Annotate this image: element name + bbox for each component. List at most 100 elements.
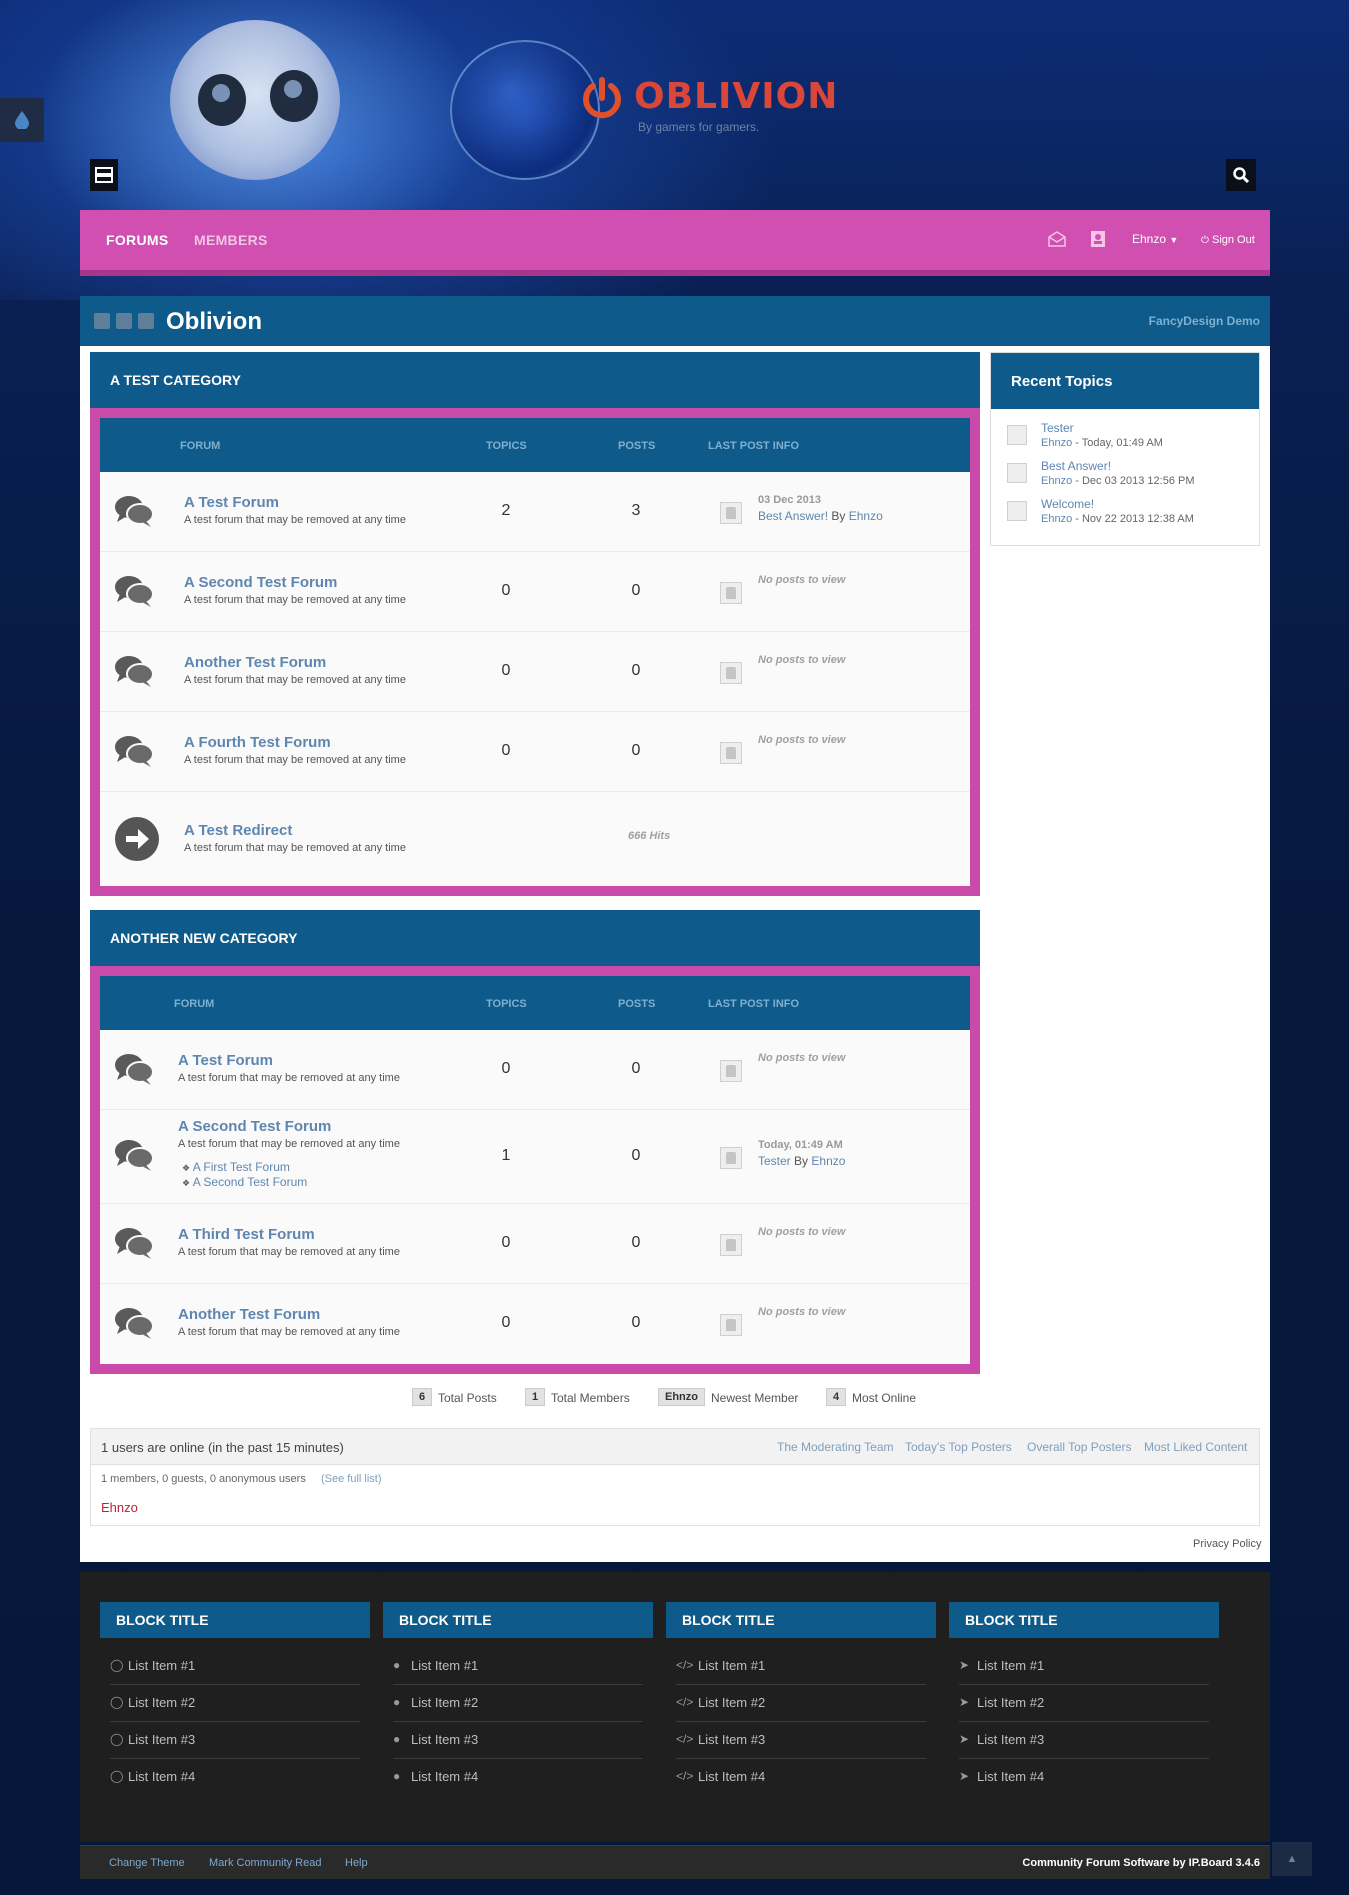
forum-row: Another Test Forum A test forum that may… (100, 632, 970, 712)
link-overall-top-posters[interactable]: Overall Top Posters (1027, 1440, 1132, 1454)
demo-link[interactable]: FancyDesign Demo (1149, 314, 1260, 328)
topic-avatar[interactable] (1007, 501, 1027, 521)
twitter-icon[interactable] (116, 313, 132, 329)
online-user-link[interactable]: Ehnzo (101, 1500, 138, 1515)
recent-topic-item: Tester Ehnzo - Today, 01:49 AM (991, 421, 1259, 459)
recent-topic-link[interactable]: Welcome! (1041, 497, 1094, 511)
online-users-header: 1 users are online (in the past 15 minut… (91, 1429, 1259, 1465)
see-full-list-link[interactable]: (See full list) (321, 1473, 382, 1485)
last-poster-avatar (720, 1314, 742, 1336)
last-poster-avatar (720, 662, 742, 684)
search-button[interactable] (1226, 159, 1256, 191)
facebook-icon[interactable] (94, 313, 110, 329)
link-moderating-team[interactable]: The Moderating Team (777, 1440, 894, 1454)
privacy-policy-link[interactable]: Privacy Policy (1193, 1538, 1261, 1550)
footer-list-item[interactable]: ● List Item #4 (393, 1759, 643, 1796)
code-icon: </> (676, 1769, 694, 1783)
link-todays-top-posters[interactable]: Today's Top Posters (905, 1440, 1012, 1454)
last-poster-avatar[interactable] (720, 502, 742, 524)
menu-toggle-button[interactable] (90, 159, 118, 191)
forum-title-link[interactable]: A Fourth Test Forum (184, 734, 331, 751)
sign-out-link[interactable]: ⏻ Sign Out (1201, 234, 1255, 246)
footer-list-item[interactable]: ➤ List Item #2 (959, 1685, 1209, 1722)
site-logo-text[interactable]: OBLIVION (634, 76, 838, 117)
footer-list-item[interactable]: </> List Item #2 (676, 1685, 926, 1722)
youtube-icon[interactable] (138, 313, 154, 329)
category-title[interactable]: A TEST CATEGORY (110, 372, 241, 388)
footer-list-item[interactable]: ● List Item #1 (393, 1648, 643, 1685)
nav-tab-members[interactable]: MEMBERS (194, 232, 268, 248)
footer-list-item[interactable]: ◯ List Item #2 (110, 1685, 360, 1722)
topic-count: 0 (501, 662, 511, 679)
forum-title-link[interactable]: A Third Test Forum (178, 1226, 315, 1243)
last-post-topic-link[interactable]: Best Answer! (758, 509, 828, 523)
forum-title-link[interactable]: A Second Test Forum (184, 574, 337, 591)
theme-switcher-tab[interactable] (0, 98, 44, 142)
footer-bar: Change Theme Mark Community Read Help Co… (80, 1845, 1270, 1879)
forum-title-link[interactable]: A Second Test Forum (178, 1118, 331, 1135)
topic-count: 0 (501, 1314, 511, 1331)
topic-count: 0 (501, 1234, 511, 1251)
messenger-icon[interactable] (1048, 231, 1066, 247)
topic-author-link[interactable]: Ehnzo (1041, 513, 1072, 525)
last-post-user-link[interactable]: Ehnzo (849, 509, 883, 523)
last-poster-avatar (720, 582, 742, 604)
footer-list-item[interactable]: </> List Item #1 (676, 1648, 926, 1685)
footer-list-item[interactable]: ● List Item #2 (393, 1685, 643, 1722)
nav-tab-forums[interactable]: FORUMS (106, 232, 168, 248)
forum-title-link[interactable]: A Test Forum (184, 494, 279, 511)
software-credit[interactable]: Community Forum Software by IP.Board 3.4… (1022, 1857, 1260, 1869)
recent-topic-item: Welcome! Ehnzo - Nov 22 2013 12:38 AM (991, 497, 1259, 535)
topic-author-link[interactable]: Ehnzo (1041, 475, 1072, 487)
link-most-liked-content[interactable]: Most Liked Content (1144, 1440, 1247, 1454)
chevron-up-icon: ▲ (1286, 1853, 1298, 1865)
forum-description: A test forum that may be removed at any … (184, 514, 406, 526)
mark-community-read-link[interactable]: Mark Community Read (209, 1857, 321, 1869)
last-post-user-link[interactable]: Ehnzo (811, 1154, 845, 1168)
user-menu[interactable]: Ehnzo ▼ (1132, 232, 1178, 246)
forum-title-link[interactable]: A Test Forum (178, 1052, 273, 1069)
topic-avatar[interactable] (1007, 463, 1027, 483)
online-counts: 1 members, 0 guests, 0 anonymous users (101, 1473, 306, 1485)
footer-list-item[interactable]: ◯ List Item #3 (110, 1722, 360, 1759)
footer-list-item[interactable]: </> List Item #4 (676, 1759, 926, 1796)
forum-read-icon (115, 736, 154, 767)
help-link[interactable]: Help (345, 1857, 368, 1869)
droplet-icon (15, 111, 29, 129)
footer-list-item[interactable]: </> List Item #3 (676, 1722, 926, 1759)
footer-list-item[interactable]: ● List Item #3 (393, 1722, 643, 1759)
footer-list-item[interactable]: ➤ List Item #3 (959, 1722, 1209, 1759)
topic-avatar[interactable] (1007, 425, 1027, 445)
stat-newest-member-value[interactable]: Ehnzo (658, 1388, 705, 1406)
last-poster-avatar[interactable] (720, 1147, 742, 1169)
footer-list-item[interactable]: ◯ List Item #1 (110, 1648, 360, 1685)
last-post-topic-link[interactable]: Tester (758, 1154, 791, 1168)
comment-outline-icon: ◯ (110, 1769, 124, 1783)
forum-description: A test forum that may be removed at any … (184, 594, 406, 606)
subforum-link[interactable]: ❖ A Second Test Forum (182, 1175, 307, 1189)
topic-author-link[interactable]: Ehnzo (1041, 437, 1072, 449)
recent-topic-link[interactable]: Best Answer! (1041, 459, 1111, 473)
topic-time: - Today, 01:49 AM (1072, 437, 1163, 449)
footer-list-item[interactable]: ◯ List Item #4 (110, 1759, 360, 1796)
forum-title-link[interactable]: Another Test Forum (178, 1306, 320, 1323)
forum-title-link[interactable]: A Test Redirect (184, 822, 292, 839)
forum-row-redirect: A Test Redirect A test forum that may be… (100, 792, 970, 886)
footer-list-item[interactable]: ➤ List Item #4 (959, 1759, 1209, 1796)
back-to-top-button[interactable]: ▲ (1272, 1842, 1312, 1876)
recent-topic-link[interactable]: Tester (1041, 421, 1074, 435)
sidebar-title: Recent Topics (1011, 373, 1113, 390)
category-title[interactable]: ANOTHER NEW CATEGORY (110, 930, 297, 946)
subforum-link[interactable]: ❖ A First Test Forum (182, 1160, 290, 1174)
location-arrow-icon: ➤ (959, 1658, 970, 1672)
forum-title-link[interactable]: Another Test Forum (184, 654, 326, 671)
contact-card-icon[interactable] (1090, 230, 1106, 248)
footer-list-label: List Item #3 (411, 1732, 479, 1747)
power-logo-icon (583, 77, 621, 119)
footer-list-item[interactable]: ➤ List Item #1 (959, 1648, 1209, 1685)
stat-total-posts-label: Total Posts (438, 1391, 497, 1405)
forum-row: A Third Test Forum A test forum that may… (100, 1204, 970, 1284)
forum-row: A Test Forum A test forum that may be re… (100, 472, 970, 552)
change-theme-link[interactable]: Change Theme (109, 1857, 185, 1869)
footer-block-title: BLOCK TITLE (399, 1612, 492, 1628)
